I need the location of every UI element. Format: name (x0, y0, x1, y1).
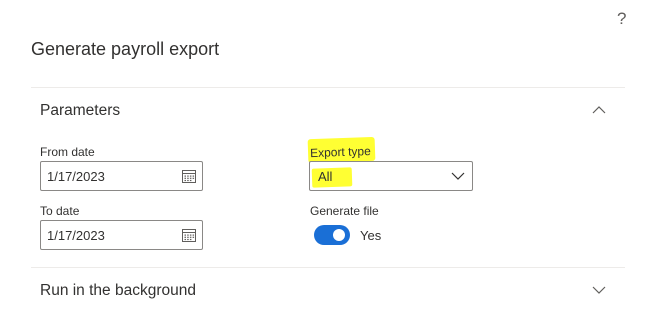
chevron-up-icon[interactable] (591, 102, 607, 118)
to-date-label: To date (40, 204, 80, 218)
from-date-label: From date (40, 145, 95, 159)
export-type-value: All (318, 169, 333, 184)
section-divider (31, 87, 625, 88)
export-type-dropdown[interactable]: All (309, 161, 473, 191)
run-background-section-title: Run in the background (40, 282, 196, 299)
calendar-icon[interactable] (181, 227, 197, 243)
section-divider (31, 267, 625, 268)
generate-file-label: Generate file (310, 204, 379, 218)
to-date-input[interactable]: 1/17/2023 (40, 220, 203, 250)
help-icon[interactable]: ? (617, 9, 626, 29)
parameters-section-header[interactable]: Parameters (31, 90, 625, 130)
parameters-section-title: Parameters (40, 102, 121, 119)
run-background-section-header[interactable]: Run in the background (31, 270, 625, 310)
export-type-label: Export type (309, 143, 371, 161)
from-date-value: 1/17/2023 (47, 169, 105, 184)
calendar-icon[interactable] (181, 168, 197, 184)
from-date-input[interactable]: 1/17/2023 (40, 161, 203, 191)
chevron-down-icon[interactable] (591, 282, 607, 298)
dialog-title: Generate payroll export (31, 39, 220, 59)
chevron-down-icon[interactable] (450, 168, 466, 184)
toggle-knob (333, 229, 345, 241)
generate-file-toggle[interactable] (314, 225, 350, 245)
export-type-label-highlight: Export type (307, 136, 376, 164)
to-date-value: 1/17/2023 (47, 228, 105, 243)
generate-file-state: Yes (360, 228, 382, 243)
